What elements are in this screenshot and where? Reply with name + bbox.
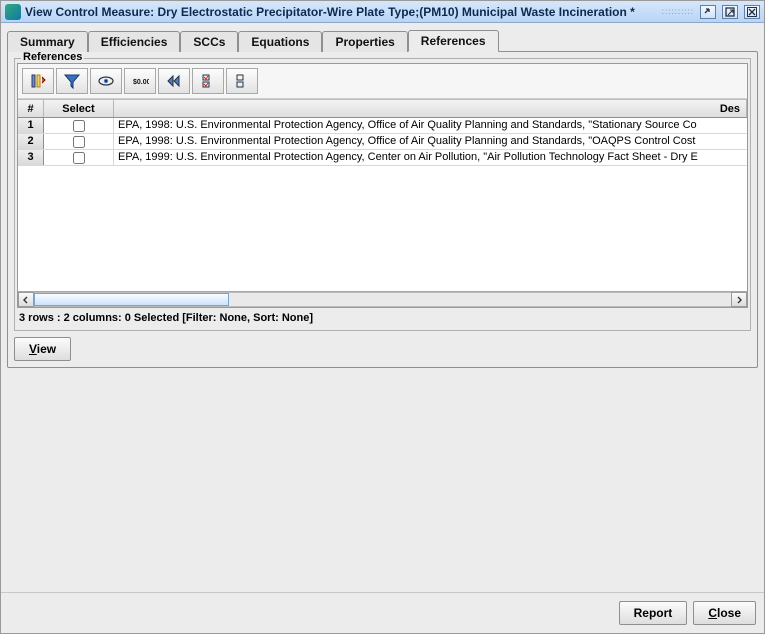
- table-toolbar: $0.00: [18, 64, 747, 99]
- tab-panel: References $0.00: [7, 51, 758, 368]
- table-container: $0.00 # Select: [17, 63, 748, 308]
- row-desc: EPA, 1998: U.S. Environmental Protection…: [114, 134, 747, 149]
- dialog-window: View Control Measure: Dry Electrostatic …: [0, 0, 765, 634]
- titlebar: View Control Measure: Dry Electrostatic …: [1, 1, 764, 23]
- format-price-icon[interactable]: $0.00: [124, 68, 156, 94]
- tab-summary[interactable]: Summary: [7, 31, 88, 52]
- select-all-icon[interactable]: [192, 68, 224, 94]
- close-mnemonic: C: [708, 606, 717, 620]
- spacer: [7, 368, 758, 586]
- row-checkbox[interactable]: [73, 120, 85, 132]
- tabs-row: Summary Efficiencies SCCs Equations Prop…: [7, 29, 758, 51]
- table-status: 3 rows : 2 columns: 0 Selected [Filter: …: [17, 308, 748, 328]
- content-area: Summary Efficiencies SCCs Equations Prop…: [1, 23, 764, 592]
- table-header: # Select Des: [18, 100, 747, 118]
- sort-columns-icon[interactable]: [22, 68, 54, 94]
- view-eye-icon[interactable]: [90, 68, 122, 94]
- row-number: 2: [18, 134, 44, 149]
- row-select-cell: [44, 134, 114, 149]
- scroll-left-icon[interactable]: [18, 292, 34, 307]
- tab-properties[interactable]: Properties: [322, 31, 407, 52]
- row-desc: EPA, 1998: U.S. Environmental Protection…: [114, 118, 747, 133]
- table-row[interactable]: 3 EPA, 1999: U.S. Environmental Protecti…: [18, 150, 747, 166]
- table-body: 1 EPA, 1998: U.S. Environmental Protecti…: [18, 118, 747, 291]
- tab-equations[interactable]: Equations: [238, 31, 322, 52]
- view-button-row: View: [14, 331, 751, 361]
- close-post: lose: [717, 606, 741, 620]
- view-mnemonic: V: [29, 342, 37, 356]
- bottom-bar: Report Close: [1, 592, 764, 633]
- fieldset-legend: References: [21, 51, 84, 63]
- window-title: View Control Measure: Dry Electrostatic …: [25, 5, 658, 19]
- row-desc: EPA, 1999: U.S. Environmental Protection…: [114, 150, 747, 165]
- view-button[interactable]: View: [14, 337, 71, 361]
- filter-icon[interactable]: [56, 68, 88, 94]
- close-window-button[interactable]: [744, 5, 760, 19]
- row-select-cell: [44, 150, 114, 165]
- col-header-desc[interactable]: Des: [114, 100, 747, 117]
- tab-efficiencies[interactable]: Efficiencies: [88, 31, 181, 52]
- row-number: 3: [18, 150, 44, 165]
- row-select-cell: [44, 118, 114, 133]
- references-fieldset: References $0.00: [14, 58, 751, 331]
- table-row[interactable]: 1 EPA, 1998: U.S. Environmental Protecti…: [18, 118, 747, 134]
- report-button[interactable]: Report: [619, 601, 688, 625]
- close-button[interactable]: Close: [693, 601, 756, 625]
- detach-button[interactable]: [700, 5, 716, 19]
- row-checkbox[interactable]: [73, 136, 85, 148]
- svg-text:$0.00: $0.00: [133, 79, 149, 86]
- scroll-right-icon[interactable]: [731, 292, 747, 307]
- view-post: iew: [37, 342, 56, 356]
- row-number: 1: [18, 118, 44, 133]
- maximize-button[interactable]: [722, 5, 738, 19]
- col-header-select[interactable]: Select: [44, 100, 114, 117]
- row-checkbox[interactable]: [73, 152, 85, 164]
- select-none-icon[interactable]: [226, 68, 258, 94]
- rewind-icon[interactable]: [158, 68, 190, 94]
- references-table: # Select Des 1 EPA, 1998: U.S. Environme…: [18, 99, 747, 307]
- scroll-track[interactable]: [34, 292, 731, 307]
- horizontal-scrollbar[interactable]: [18, 291, 747, 307]
- tab-references[interactable]: References: [408, 30, 499, 52]
- col-header-num[interactable]: #: [18, 100, 44, 117]
- title-overflow-dots: ::::::::::: [662, 7, 694, 16]
- table-row[interactable]: 2 EPA, 1998: U.S. Environmental Protecti…: [18, 134, 747, 150]
- scroll-thumb[interactable]: [34, 293, 229, 306]
- app-icon: [5, 4, 21, 20]
- tab-sccs[interactable]: SCCs: [180, 31, 238, 52]
